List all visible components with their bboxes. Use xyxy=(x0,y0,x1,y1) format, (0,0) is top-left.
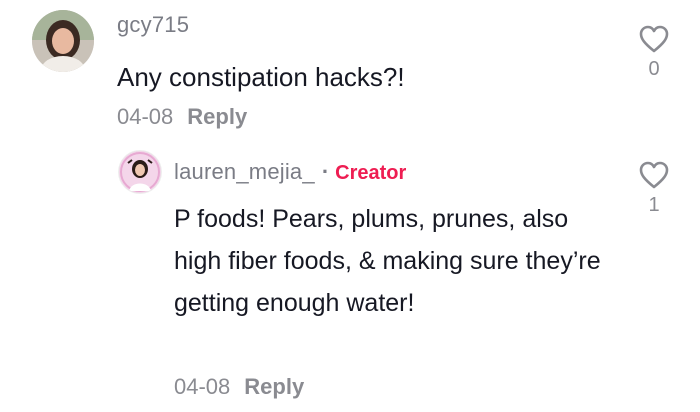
reply-meta: 04-08 Reply xyxy=(174,374,304,400)
like-count: 0 xyxy=(648,58,660,80)
reply-like-button[interactable]: 1 xyxy=(634,160,674,217)
reply-button[interactable]: Reply xyxy=(244,374,304,399)
creator-avatar[interactable] xyxy=(118,150,162,194)
comment-username[interactable]: gcy715 xyxy=(117,12,189,38)
creator-badge: Creator xyxy=(335,162,407,184)
reply-button[interactable]: Reply xyxy=(187,104,247,129)
like-button[interactable]: 0 xyxy=(634,24,674,81)
reply-header: lauren_mejia_ · Creator xyxy=(174,159,406,185)
comment-meta: 04-08 Reply xyxy=(117,104,247,130)
comment-list: gcy715 Any constipation hacks?! 04-08 Rep… xyxy=(0,0,700,412)
reply-date: 04-08 xyxy=(174,374,231,399)
avatar[interactable] xyxy=(32,10,94,72)
reply-username[interactable]: lauren_mejia_ xyxy=(174,159,315,185)
separator-dot: · xyxy=(321,159,330,184)
heart-outline-icon[interactable] xyxy=(638,160,670,190)
comment-date: 04-08 xyxy=(117,104,174,129)
heart-outline-icon[interactable] xyxy=(638,24,670,54)
comment-text: Any constipation hacks?! xyxy=(117,62,405,92)
like-count: 1 xyxy=(648,194,660,216)
reply-text: P foods! Pears, plums, prunes, also high… xyxy=(174,205,601,317)
